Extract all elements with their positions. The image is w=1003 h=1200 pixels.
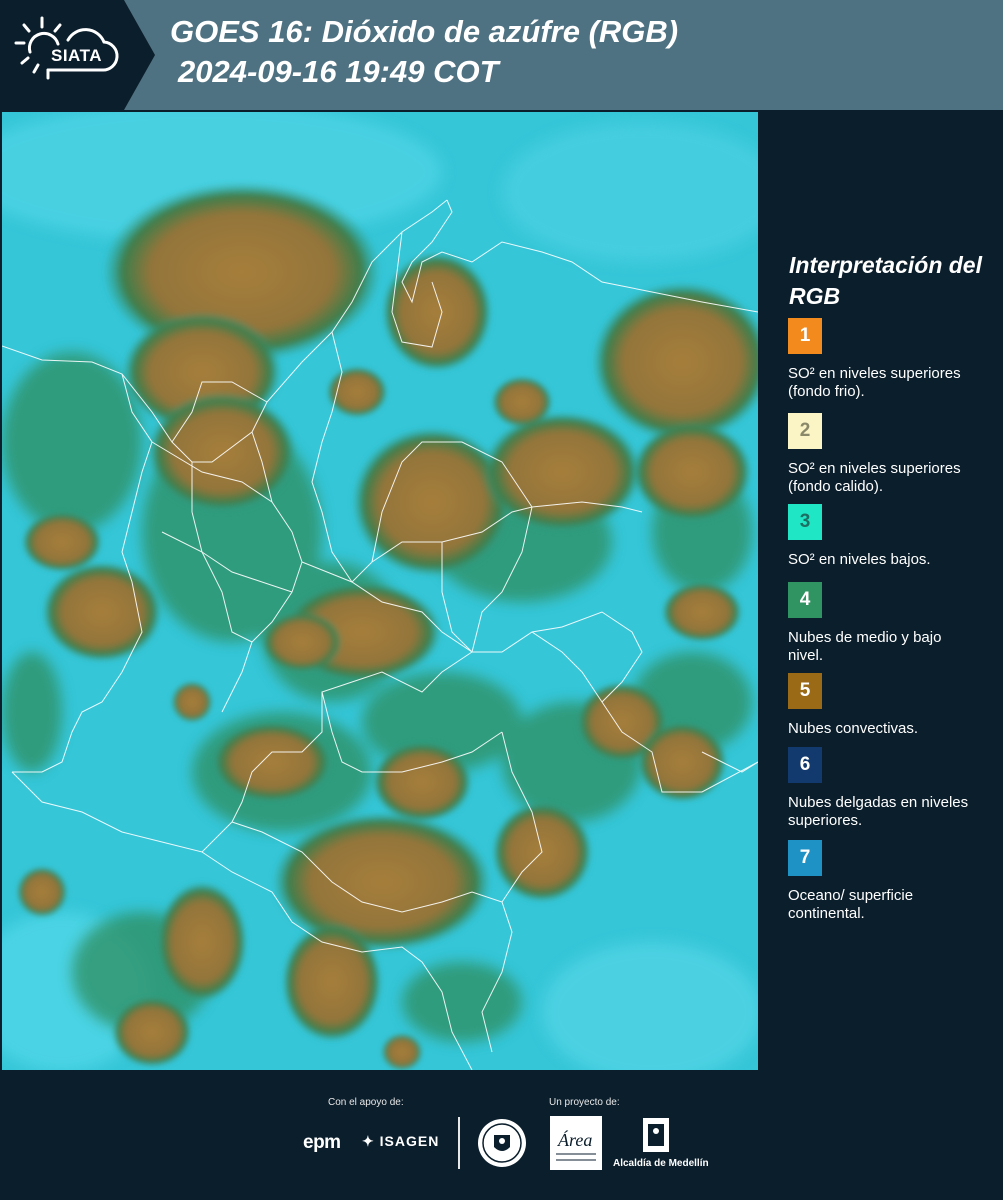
legend-item: 1 SO² en niveles superiores (fondo frio). (788, 318, 988, 401)
legend-item: 7 Oceano/ superficie continental. (788, 840, 988, 923)
legend-label: SO² en niveles bajos. (788, 551, 931, 568)
page-timestamp: 2024-09-16 19:49 COT (178, 54, 499, 89)
legend-item: 4 Nubes de medio y bajo nivel. (788, 582, 988, 665)
isagen-star-icon: ✦ (362, 1133, 375, 1149)
medellin-text: Alcaldía de Medellín (613, 1158, 709, 1169)
legend-label: SO² en niveles superiores (fondo calido)… (788, 460, 961, 495)
legend-item: 3 SO² en niveles bajos. (788, 504, 988, 569)
isagen-text: ISAGEN (379, 1133, 440, 1149)
legend-swatch: 4 (788, 582, 822, 618)
project-label: Un proyecto de: (549, 1097, 620, 1108)
support-label: Con el apoyo de: (328, 1097, 404, 1108)
legend-label: SO² en niveles superiores (fondo frio). (788, 365, 961, 400)
legend-label: Nubes de medio y bajo nivel. (788, 629, 942, 664)
satellite-map (2, 112, 758, 1070)
legend-swatch: 6 (788, 747, 822, 783)
legend-label: Nubes convectivas. (788, 720, 919, 737)
legend-swatch: 3 (788, 504, 822, 540)
footer-divider (458, 1117, 460, 1169)
medellin-seal-icon (478, 1119, 526, 1167)
legend-swatch: 1 (788, 318, 822, 354)
amva-text: Área (557, 1129, 592, 1150)
legend-label: Nubes delgadas en niveles superiores. (788, 794, 969, 829)
legend-panel: Interpretación del RGB 1 SO² en niveles s… (760, 112, 1003, 1070)
legend-swatch: 5 (788, 673, 822, 709)
page-title: GOES 16: Dióxido de azúfre (RGB) (170, 14, 679, 49)
footer: Con el apoyo de: Un proyecto de: epm ✦ I… (0, 1070, 1003, 1200)
satellite-image (2, 112, 758, 1070)
area-metropolitana-logo: Área (550, 1116, 602, 1170)
siata-logo: SIATA (0, 0, 155, 110)
legend-label: Oceano/ superficie continental. (788, 887, 914, 922)
legend-swatch: 7 (788, 840, 822, 876)
legend-title: Interpretación del RGB (789, 252, 982, 309)
isagen-logo: ✦ ISAGEN (362, 1133, 439, 1150)
legend-item: 6 Nubes delgadas en niveles superiores. (788, 747, 988, 830)
legend-item: 5 Nubes convectivas. (788, 673, 988, 738)
epm-logo: epm (303, 1132, 341, 1153)
legend-swatch: 2 (788, 413, 822, 449)
logo-text: SIATA (51, 46, 102, 65)
header-bar: SIATA GOES 16: Dióxido de azúfre (RGB) 2… (0, 0, 1003, 110)
legend-item: 2 SO² en niveles superiores (fondo calido… (788, 413, 988, 496)
